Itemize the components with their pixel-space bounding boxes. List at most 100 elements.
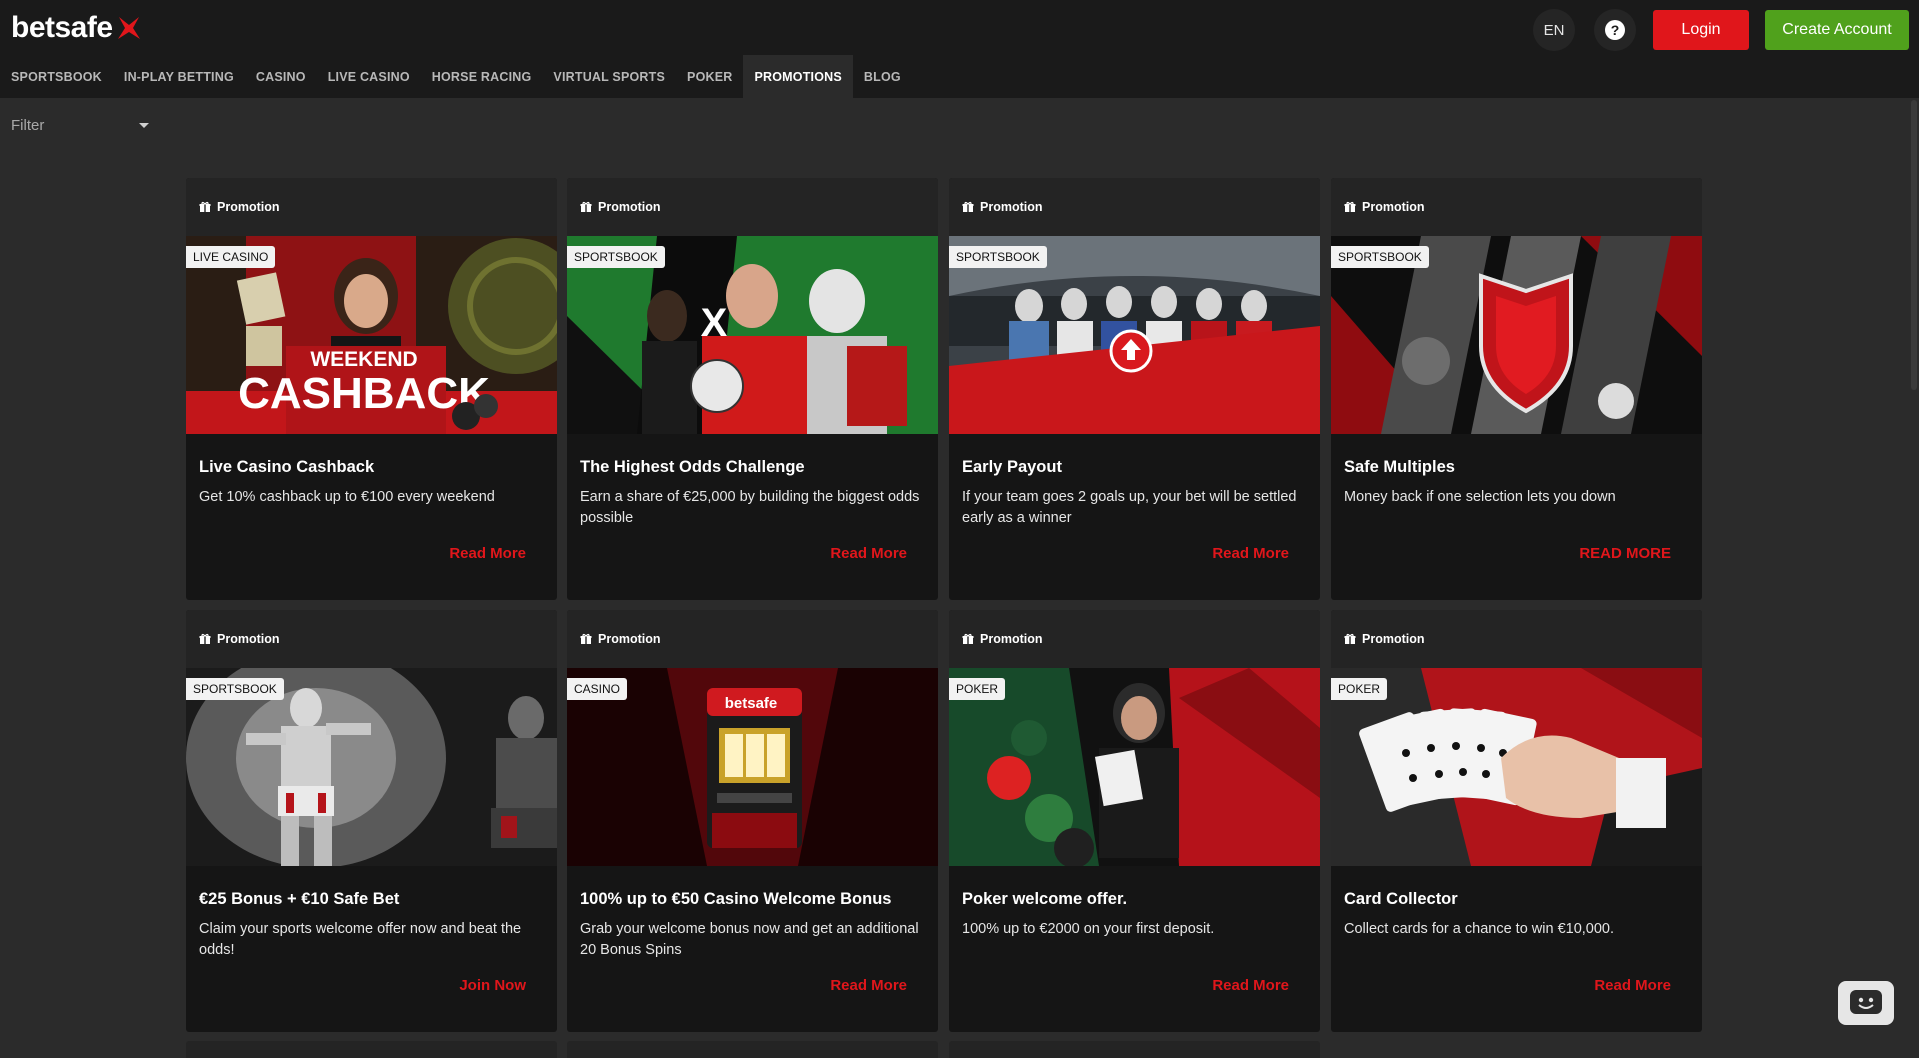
read-more-link[interactable]: Read More [830, 545, 907, 562]
promo-image-sports-welcome[interactable]: SPORTSBOOK [186, 668, 557, 866]
card-description: Collect cards for a chance to win €10,00… [1344, 921, 1615, 937]
card-header-label: Promotion [980, 632, 1043, 646]
gift-icon [580, 201, 592, 212]
card-header: Promotion [186, 610, 557, 668]
category-tag: SPORTSBOOK [186, 678, 284, 700]
promo-card[interactable]: Promotion betsafe CASINO 100% up to €50 … [567, 610, 938, 1032]
card-header: Promotion [186, 178, 557, 236]
main-nav: SPORTSBOOK IN-PLAY BETTING CASINO LIVE C… [0, 55, 912, 98]
card-title: Poker welcome offer. [962, 890, 1128, 908]
promo-card-partial[interactable] [949, 1041, 1320, 1058]
card-header: Promotion [949, 178, 1320, 236]
logo-text: betsafe [11, 11, 113, 44]
help-icon: ? [1605, 20, 1625, 40]
gift-icon [199, 633, 211, 644]
card-header: Promotion [567, 610, 938, 668]
category-tag: CASINO [567, 678, 628, 700]
card-description: Money back if one selection lets you dow… [1344, 489, 1616, 505]
category-tag: POKER [949, 678, 1006, 700]
card-header-label: Promotion [1362, 200, 1425, 214]
category-tag: LIVE CASINO [186, 246, 276, 268]
read-more-link[interactable]: Read More [449, 545, 526, 562]
image-text-betsafe: betsafe [725, 695, 778, 712]
caret-down-icon [139, 122, 149, 128]
card-title: €25 Bonus + €10 Safe Bet [199, 890, 400, 908]
gift-icon [962, 201, 974, 212]
card-header-label: Promotion [217, 632, 280, 646]
logo-x-icon [117, 17, 140, 39]
promo-card[interactable]: Promotion WEEKEND CASHBACK LIVE CASINO L… [186, 178, 557, 600]
gift-icon [1344, 633, 1356, 644]
category-tag: POKER [1331, 678, 1388, 700]
card-header-label: Promotion [980, 200, 1043, 214]
scrollbar-thumb[interactable] [1911, 100, 1917, 390]
promo-card[interactable]: Promotion POKER Card Collector Collect c… [1331, 610, 1702, 1032]
nav-casino[interactable]: CASINO [245, 55, 317, 98]
language-button[interactable]: EN [1533, 9, 1575, 51]
read-more-link[interactable]: Read More [1594, 977, 1671, 994]
filter-dropdown[interactable]: Filter [11, 112, 149, 138]
promo-image-card-collector[interactable]: POKER [1331, 668, 1702, 866]
promo-card[interactable]: Promotion POKER Poker welcome offer. 100… [949, 610, 1320, 1032]
nav-poker[interactable]: POKER [676, 55, 743, 98]
nav-live-casino[interactable]: LIVE CASINO [317, 55, 421, 98]
promo-card[interactable]: Promotion X SPORTSBOOK The Highest Odds … [567, 178, 938, 600]
nav-promotions[interactable]: PROMOTIONS [743, 55, 853, 98]
read-more-link[interactable]: Read More [1212, 545, 1289, 562]
chat-widget-button[interactable] [1838, 981, 1894, 1025]
login-button[interactable]: Login [1653, 10, 1749, 50]
image-text-weekend: WEEKEND [310, 348, 417, 371]
promo-card-partial[interactable] [567, 1041, 938, 1058]
chat-smiley-icon [1850, 990, 1882, 1014]
promo-image-poker-welcome[interactable]: POKER [949, 668, 1320, 866]
nav-virtual-sports[interactable]: VIRTUAL SPORTS [542, 55, 676, 98]
image-text-cashback: CASHBACK [238, 369, 490, 418]
read-more-link[interactable]: READ MORE [1579, 545, 1671, 562]
gift-icon [199, 201, 211, 212]
card-header-label: Promotion [1362, 632, 1425, 646]
promo-card-partial[interactable] [186, 1041, 557, 1058]
create-account-button[interactable]: Create Account [1765, 10, 1909, 50]
promo-card[interactable]: Promotion SPORTSBOOK €25 Bonus + €10 Saf… [186, 610, 557, 1032]
card-description: Get 10% cashback up to €100 every weeken… [199, 489, 495, 505]
gift-icon [1344, 201, 1356, 212]
card-header: Promotion [1331, 178, 1702, 236]
card-title: Safe Multiples [1344, 458, 1455, 476]
card-header-label: Promotion [598, 632, 661, 646]
filter-label: Filter [11, 116, 45, 134]
nav-horse-racing[interactable]: HORSE RACING [421, 55, 543, 98]
nav-blog[interactable]: BLOG [853, 55, 912, 98]
card-description: Claim your sports welcome offer now and … [199, 921, 522, 958]
card-header-label: Promotion [217, 200, 280, 214]
promo-image-casino-welcome[interactable]: betsafe CASINO [567, 668, 938, 866]
site-header: betsafe EN ? Login Create Account SPORTS… [0, 0, 1919, 98]
card-title: Live Casino Cashback [199, 458, 375, 476]
card-description: 100% up to €2000 on your first deposit. [962, 921, 1215, 937]
help-button[interactable]: ? [1594, 9, 1636, 51]
promo-image-live-casino-cashback[interactable]: WEEKEND CASHBACK LIVE CASINO [186, 236, 557, 434]
card-description: Earn a share of €25,000 by building the … [580, 489, 920, 526]
card-header-label: Promotion [598, 200, 661, 214]
promo-image-early-payout[interactable]: SPORTSBOOK [949, 236, 1320, 434]
betsafe-logo[interactable]: betsafe [11, 10, 143, 46]
nav-in-play-betting[interactable]: IN-PLAY BETTING [113, 55, 245, 98]
gift-icon [580, 633, 592, 644]
read-more-link[interactable]: Read More [830, 977, 907, 994]
promo-card[interactable]: Promotion SPORTSBOOK Early Payout If you… [949, 178, 1320, 600]
read-more-link[interactable]: Read More [1212, 977, 1289, 994]
join-now-link[interactable]: Join Now [459, 977, 526, 994]
category-tag: SPORTSBOOK [1331, 246, 1429, 268]
card-title: 100% up to €50 Casino Welcome Bonus [580, 890, 892, 908]
card-header: Promotion [1331, 610, 1702, 668]
promo-image-highest-odds[interactable]: X SPORTSBOOK [567, 236, 938, 434]
category-tag: SPORTSBOOK [567, 246, 665, 268]
nav-sportsbook[interactable]: SPORTSBOOK [0, 55, 113, 98]
card-title: Card Collector [1344, 890, 1458, 908]
promo-card[interactable]: Promotion SPORTSBOOK Safe Multiples Mone… [1331, 178, 1702, 600]
card-title: The Highest Odds Challenge [580, 458, 805, 476]
card-description: If your team goes 2 goals up, your bet w… [962, 489, 1297, 526]
promo-image-safe-multiples[interactable]: SPORTSBOOK [1331, 236, 1702, 434]
card-header: Promotion [949, 610, 1320, 668]
gift-icon [962, 633, 974, 644]
card-title: Early Payout [962, 458, 1062, 476]
